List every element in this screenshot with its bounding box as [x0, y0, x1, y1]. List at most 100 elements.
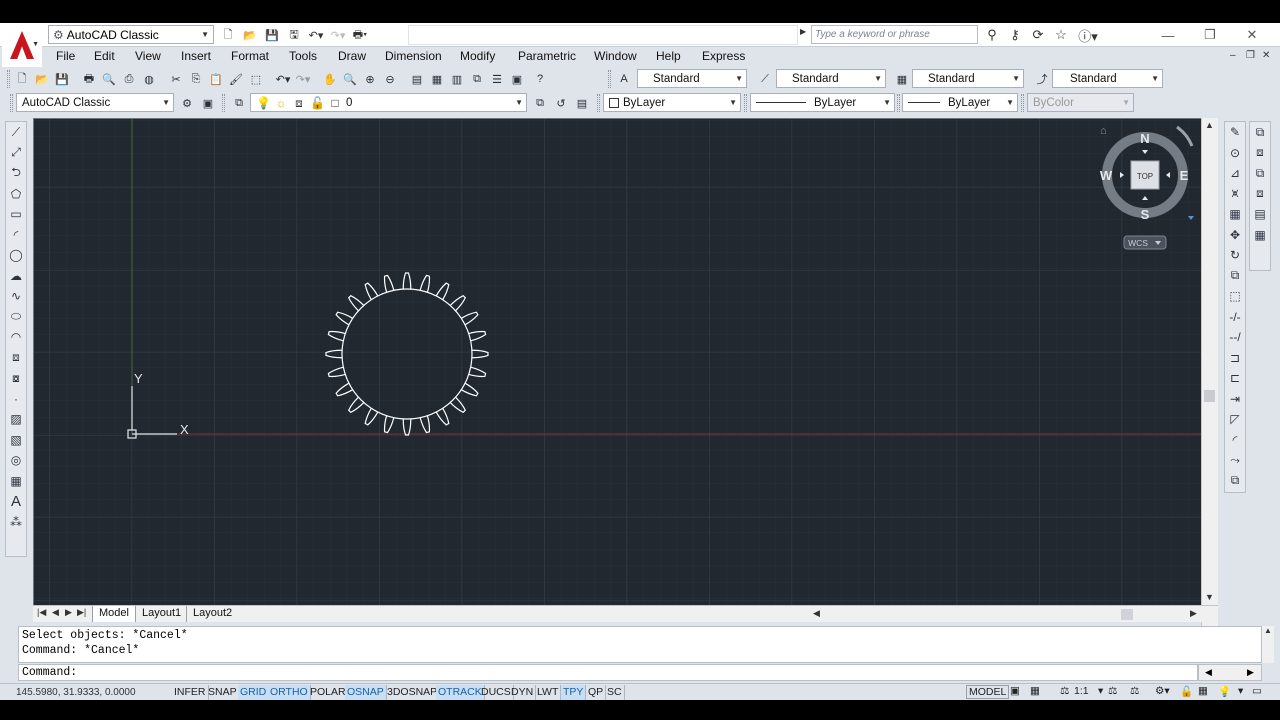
workspace-settings-icon[interactable]: ⚙ — [178, 94, 196, 112]
search-expand-icon[interactable]: ▶ — [800, 27, 806, 36]
zoom-realtime-icon[interactable]: 🔍 — [341, 70, 359, 88]
region-icon[interactable]: ◎ — [6, 450, 26, 471]
help-icon[interactable]: ? — [531, 70, 549, 88]
tab-layout2[interactable]: Layout2 — [186, 606, 238, 622]
lineweight-dropdown[interactable]: ByLayer ▼ — [902, 93, 1018, 112]
help-icon[interactable]: ⓘ▾ — [1074, 26, 1102, 44]
toolbar-grip[interactable] — [222, 94, 225, 112]
status-toggle-tpy[interactable]: TPY — [561, 685, 587, 700]
send-under-icon[interactable]: ⧈ — [1250, 184, 1270, 205]
application-menu-button[interactable]: ▼ — [2, 23, 42, 67]
menu-modify[interactable]: Modify — [460, 49, 495, 63]
construction-line-icon[interactable]: ⤢ — [6, 143, 26, 164]
next-tab-icon[interactable]: ▶ — [65, 607, 72, 618]
search-input[interactable]: Type a keyword or phrase — [811, 25, 978, 44]
open-icon[interactable]: 📂 — [240, 26, 260, 44]
hardware-acceleration-icon[interactable]: ▦ — [1198, 685, 1208, 697]
cut-icon[interactable]: ✂ — [167, 70, 185, 88]
fillet-icon[interactable]: ◜ — [1225, 430, 1245, 451]
status-toggle-3dosnap[interactable]: 3DOSNAP — [385, 685, 441, 700]
spline-icon[interactable]: ∿ — [6, 286, 26, 307]
redo-icon[interactable]: ↷▾ — [294, 70, 312, 88]
scale-icon[interactable]: ⧉ — [1225, 266, 1245, 287]
toolbar-grip[interactable] — [608, 70, 611, 88]
status-toggle-ortho[interactable]: ORTHO — [268, 685, 311, 700]
menu-help[interactable]: Help — [656, 49, 681, 63]
first-tab-icon[interactable]: |◀ — [37, 607, 46, 618]
bring-to-front-icon[interactable]: ⧉ — [1250, 122, 1270, 143]
drawing-close-button[interactable]: ✕ — [1262, 50, 1270, 61]
scroll-left-icon[interactable]: ◀ — [1205, 667, 1212, 678]
publish-icon[interactable]: ⎙ — [120, 70, 138, 88]
scroll-up-icon[interactable]: ▲ — [1205, 120, 1214, 130]
quick-view-layouts-icon[interactable]: ▣ — [1010, 685, 1020, 697]
prev-tab-icon[interactable]: ◀ — [52, 607, 59, 618]
tool-palettes-icon[interactable]: ▥ — [448, 70, 466, 88]
erase-icon[interactable]: ✎ — [1225, 122, 1245, 143]
menu-file[interactable]: File — [56, 49, 75, 63]
status-toggle-polar[interactable]: POLAR — [308, 685, 349, 700]
table-style-dropdown[interactable]: Standard ▼ — [912, 69, 1024, 88]
scroll-left-icon[interactable]: ◀ — [813, 608, 820, 619]
close-button[interactable]: ✕ — [1232, 25, 1272, 45]
status-toggle-infer[interactable]: INFER — [172, 685, 209, 700]
break-icon[interactable]: ⊏ — [1225, 368, 1245, 389]
toolbar-grip[interactable] — [7, 70, 10, 88]
quick-view-drawings-icon[interactable]: ▦ — [1030, 685, 1040, 697]
compass-north[interactable]: N — [1140, 131, 1149, 146]
polygon-icon[interactable]: ⬠ — [6, 184, 26, 205]
text-style-dropdown[interactable]: Standard ▼ — [637, 69, 747, 88]
plot-style-dropdown[interactable]: ByColor ▼ — [1027, 93, 1134, 112]
quickcalc-icon[interactable]: ▣ — [508, 70, 526, 88]
text-to-front-icon[interactable]: ▤ — [1250, 204, 1270, 225]
join-icon[interactable]: ⇥ — [1225, 389, 1245, 410]
tab-layout1[interactable]: Layout1 — [135, 606, 187, 622]
new-icon[interactable]: 🗋 — [218, 26, 238, 44]
undo-icon[interactable]: ↶▾ — [306, 26, 326, 44]
markup-icon[interactable]: ☰ — [488, 70, 506, 88]
bring-above-icon[interactable]: ⧉ — [1250, 163, 1270, 184]
color-dropdown[interactable]: ByLayer ▼ — [603, 93, 741, 112]
send-to-back-icon[interactable]: ⧈ — [1250, 143, 1270, 164]
status-toggle-osnap[interactable]: OSNAP — [345, 685, 387, 700]
scroll-right-icon[interactable]: ▶ — [1247, 667, 1254, 678]
add-selected-icon[interactable]: ⁂ — [6, 512, 26, 533]
multiline-text-icon[interactable]: A — [6, 491, 26, 512]
compass-east[interactable]: E — [1180, 168, 1189, 183]
status-menu-icon[interactable]: ▾ — [1238, 685, 1243, 697]
menu-parametric[interactable]: Parametric — [518, 49, 576, 63]
menu-tools[interactable]: Tools — [289, 49, 317, 63]
linetype-dropdown[interactable]: ByLayer ▼ — [750, 93, 895, 112]
save-as-icon[interactable]: 🖫 — [284, 26, 304, 44]
layer-state-icon[interactable]: ▤ — [573, 94, 591, 112]
cursor-coordinates[interactable]: 145.5980, 31.9333, 0.0000 — [16, 687, 136, 698]
scroll-thumb[interactable] — [1204, 390, 1215, 402]
annotation-visibility-icon[interactable]: ⚖ — [1108, 685, 1117, 697]
ellipse-arc-icon[interactable]: ◠ — [6, 327, 26, 348]
copy-icon[interactable]: ⎘ — [187, 70, 205, 88]
explode-icon[interactable]: ⧉ — [1225, 471, 1245, 492]
plot-icon[interactable]: 🖶▾ — [350, 26, 370, 44]
restore-button[interactable]: ❐ — [1190, 25, 1230, 45]
toolbar-grip[interactable] — [597, 94, 600, 112]
clean-screen-icon[interactable]: ▭ — [1252, 685, 1262, 697]
break-at-point-icon[interactable]: ⊐ — [1225, 348, 1245, 369]
match-properties-icon[interactable]: 🖌 — [227, 70, 245, 88]
block-editor-icon[interactable]: ⬚ — [247, 70, 265, 88]
key-icon[interactable]: ⚷ — [1005, 26, 1025, 44]
ellipse-icon[interactable]: ⬭ — [6, 307, 26, 328]
workspace-save-icon[interactable]: ▣ — [199, 94, 217, 112]
menu-dimension[interactable]: Dimension — [385, 49, 442, 63]
menu-view[interactable]: View — [135, 49, 161, 63]
status-toggle-otrack[interactable]: OTRACK — [436, 685, 485, 700]
toolbar-grip[interactable] — [1021, 94, 1024, 112]
zoom-window-icon[interactable]: ⊕ — [361, 70, 379, 88]
qnew-icon[interactable]: 🗋 — [13, 70, 31, 88]
menu-insert[interactable]: Insert — [181, 49, 211, 63]
workspace-dropdown[interactable]: AutoCAD Classic ▼ — [16, 93, 174, 112]
zoom-previous-icon[interactable]: ⊖ — [381, 70, 399, 88]
multileader-style-icon[interactable]: ⤴ — [1033, 70, 1051, 88]
workspace-switcher[interactable]: ⚙ AutoCAD Classic ▼ — [48, 25, 214, 44]
table-icon[interactable]: ▦ — [6, 471, 26, 492]
annotation-scale[interactable]: 1:1 — [1074, 685, 1089, 697]
